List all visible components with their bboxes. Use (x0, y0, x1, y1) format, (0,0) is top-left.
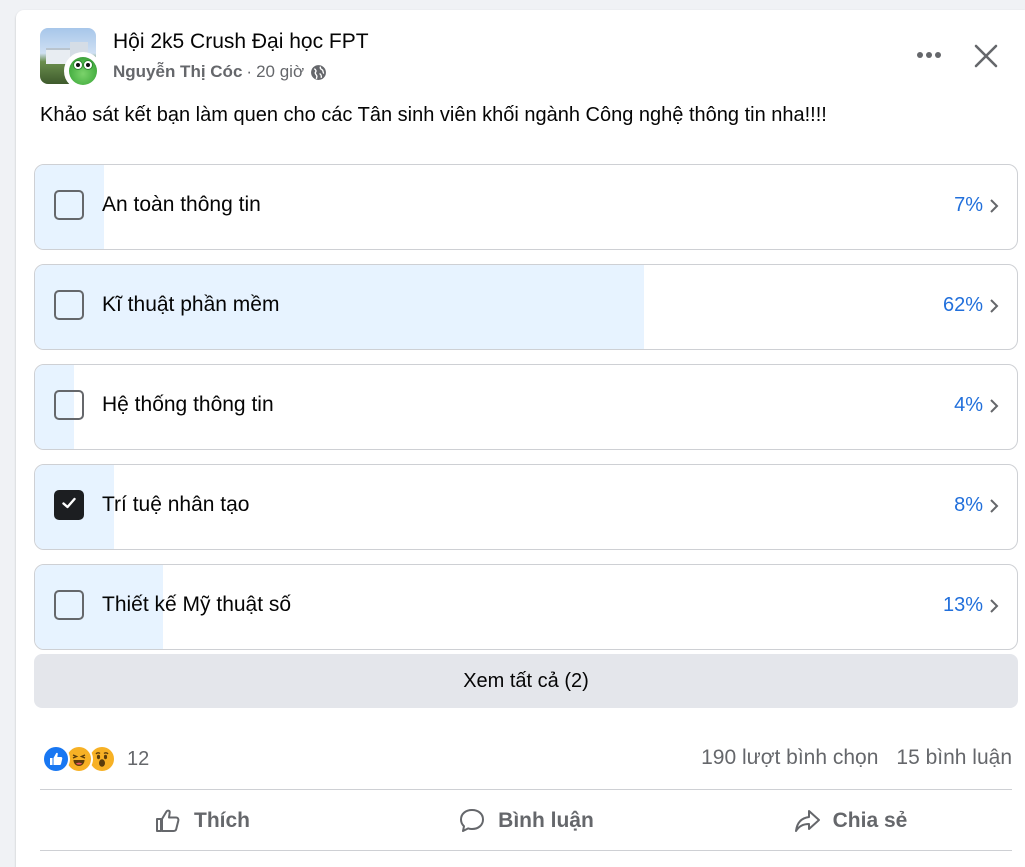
poll-checkbox[interactable] (54, 390, 84, 420)
divider (40, 789, 1012, 790)
chevron-right-icon (990, 399, 999, 413)
frog-eye-left (73, 60, 83, 70)
share-button-label: Chia sẻ (832, 809, 908, 832)
reaction-summary[interactable]: 12 (42, 744, 149, 774)
frog-eye-right (83, 60, 93, 70)
author-avatar[interactable] (64, 52, 102, 90)
post-stats: 190 lượt bình chọn 15 bình luận (701, 746, 1012, 770)
share-icon (794, 810, 820, 832)
frog-avatar-icon (69, 57, 97, 85)
post-card: Hội 2k5 Crush Đại học FPT Nguyễn Thị Cóc… (16, 10, 1025, 867)
divider (40, 850, 1012, 851)
poll-option-label: Trí tuệ nhân tạo (102, 493, 250, 516)
comment-button-label: Bình luận (498, 809, 594, 832)
share-button[interactable]: Chia sẻ (688, 792, 1012, 850)
post-text: Khảo sát kết bạn làm quen cho các Tân si… (40, 104, 827, 126)
poll-checkbox[interactable] (54, 590, 84, 620)
poll-option[interactable]: Thiết kế Mỹ thuật số 13% (34, 564, 1018, 650)
poll-option[interactable]: Kĩ thuật phần mềm 62% (34, 264, 1018, 350)
chevron-right-icon (990, 299, 999, 313)
poll-option-percent: 4% (954, 394, 983, 416)
votes-count-link[interactable]: 190 lượt bình chọn (701, 746, 878, 770)
checkmark-icon (62, 497, 76, 509)
poll-option-label: Thiết kế Mỹ thuật số (102, 593, 292, 616)
more-options-icon[interactable] (914, 40, 944, 70)
post-header: Hội 2k5 Crush Đại học FPT Nguyễn Thị Cóc… (40, 28, 1010, 90)
poll-option-percent: 62% (942, 294, 983, 316)
chevron-right-icon (990, 199, 999, 213)
comments-count-link[interactable]: 15 bình luận (896, 746, 1012, 770)
like-button[interactable]: Thích (40, 792, 364, 850)
poll-option-percent: 8% (954, 494, 983, 516)
poll-option-percent: 7% (954, 194, 983, 216)
globe-icon (311, 64, 327, 80)
like-button-label: Thích (194, 809, 250, 832)
see-all-button[interactable]: Xem tất cả (2) (34, 654, 1018, 708)
author-name-link[interactable]: Nguyễn Thị Cóc (113, 62, 242, 82)
comment-icon (460, 809, 485, 832)
poll-checkbox[interactable] (54, 490, 84, 520)
poll-option-label: An toàn thông tin (102, 193, 261, 216)
poll-option[interactable]: Hệ thống thông tin 4% (34, 364, 1018, 450)
poll-checkbox[interactable] (54, 290, 84, 320)
meta-separator: · (246, 62, 253, 81)
comment-button[interactable]: Bình luận (364, 792, 688, 850)
like-reaction-icon (42, 745, 70, 773)
action-bar: Thích Bình luận Chia sẻ (40, 792, 1012, 850)
thumbs-up-icon (156, 809, 180, 832)
chevron-right-icon (990, 499, 999, 513)
close-icon[interactable] (970, 40, 1002, 72)
poll: An toàn thông tin 7% Kĩ thuật phần mềm 6… (34, 164, 1018, 664)
post-meta: Nguyễn Thị Cóc · 20 giờ (113, 62, 327, 82)
group-name-link[interactable]: Hội 2k5 Crush Đại học FPT (113, 30, 369, 54)
poll-option-label: Kĩ thuật phần mềm (102, 293, 280, 316)
poll-option-label: Hệ thống thông tin (102, 393, 274, 416)
poll-option-percent: 13% (942, 594, 983, 616)
poll-option[interactable]: An toàn thông tin 7% (34, 164, 1018, 250)
poll-checkbox[interactable] (54, 190, 84, 220)
chevron-right-icon (990, 599, 999, 613)
post-time-link[interactable]: 20 giờ (256, 62, 304, 82)
reaction-count: 12 (127, 747, 150, 770)
poll-option[interactable]: Trí tuệ nhân tạo 8% (34, 464, 1018, 550)
